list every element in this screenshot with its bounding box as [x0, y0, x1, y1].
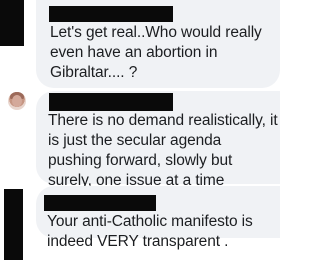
comment-text: Let's get real..Who would really even ha…	[50, 24, 262, 81]
redacted-author-name	[49, 93, 173, 111]
avatar[interactable]	[8, 92, 26, 110]
comment-text: There is no demand realistically, it is …	[48, 112, 278, 189]
redacted-author-name	[49, 6, 173, 22]
comment-bubble: Your anti-Catholic manifesto is indeed V…	[36, 186, 280, 250]
redacted-avatar	[4, 189, 23, 260]
comment-bubble: There is no demand realistically, it is …	[36, 91, 280, 189]
redacted-avatar	[0, 0, 24, 46]
comment-bubble: Let's get real..Who would really even ha…	[36, 0, 280, 88]
redacted-author-name	[44, 195, 156, 211]
comment-text: Your anti-Catholic manifesto is indeed V…	[47, 213, 253, 250]
